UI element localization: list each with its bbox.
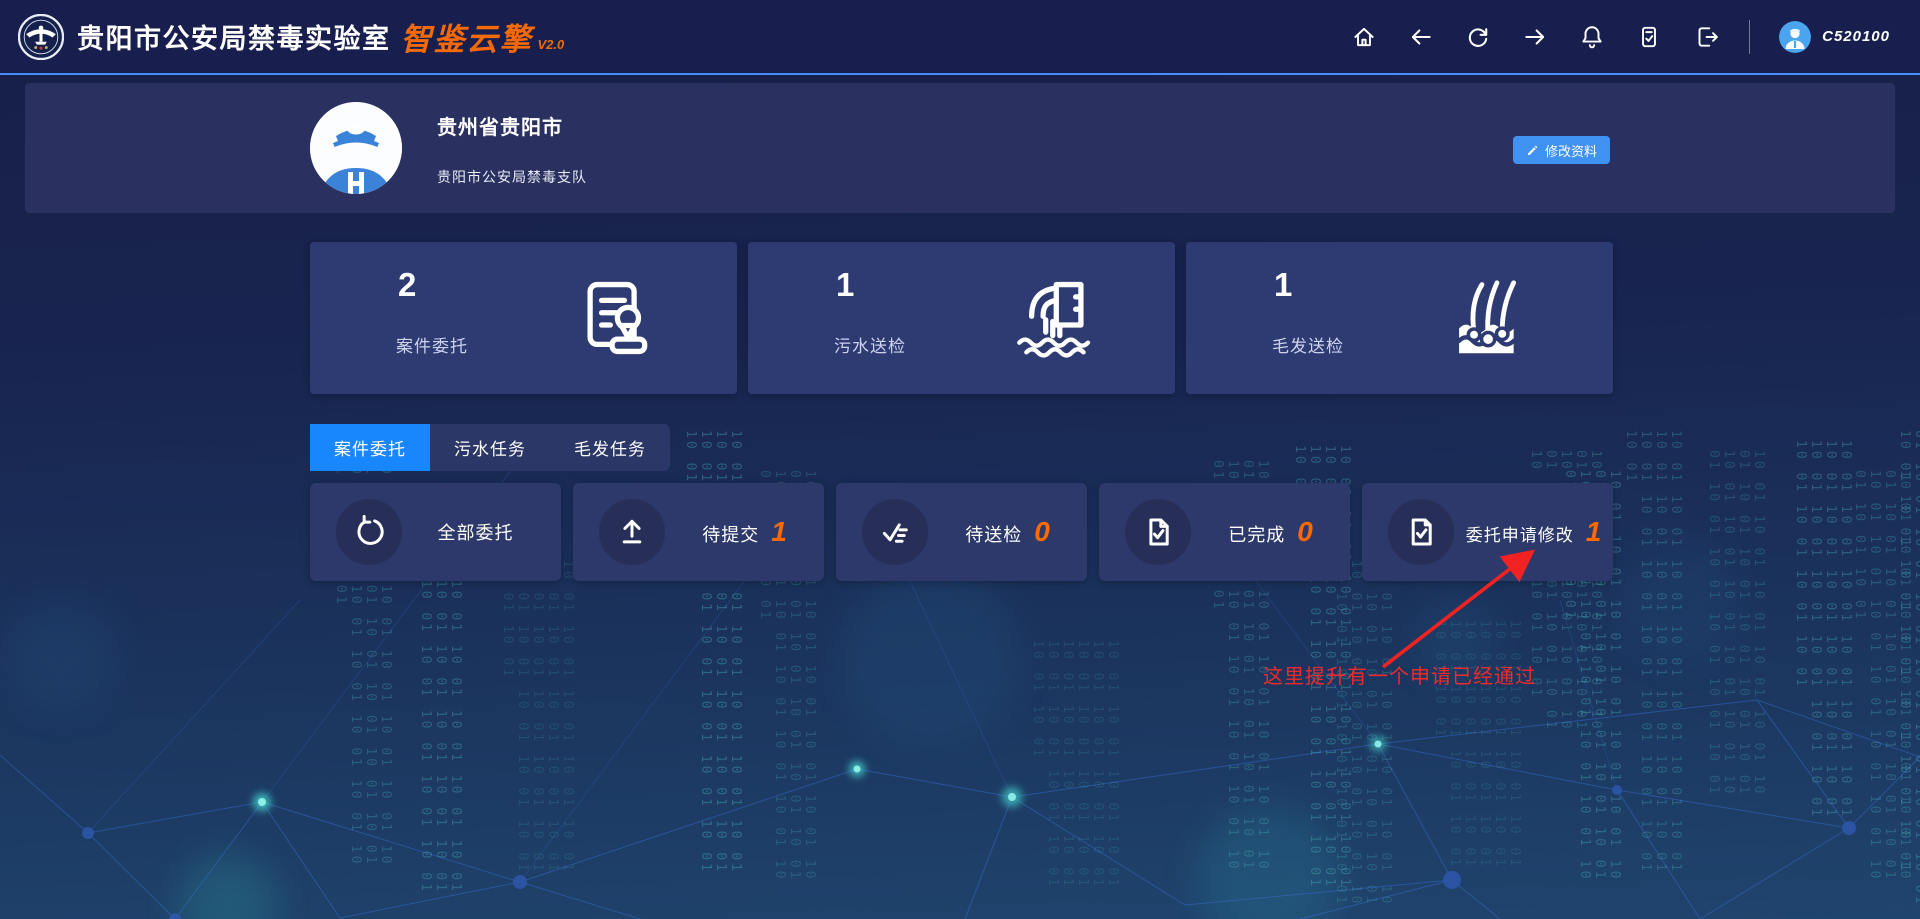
refresh-button[interactable] bbox=[1464, 23, 1492, 51]
filter-count: 0 bbox=[1034, 518, 1050, 546]
stat-label: 案件委托 bbox=[396, 332, 468, 357]
filter-label: 已完成 bbox=[1228, 521, 1285, 547]
police-badge-icon bbox=[18, 14, 64, 60]
stat-value: 2 bbox=[398, 266, 416, 304]
icon-circle bbox=[336, 499, 402, 565]
home-button[interactable] bbox=[1350, 23, 1378, 51]
upload-icon bbox=[615, 515, 649, 549]
document-check-icon bbox=[1141, 515, 1175, 549]
logout-icon bbox=[1693, 24, 1719, 50]
user-chip[interactable]: C520100 bbox=[1779, 21, 1890, 53]
top-header-bar: 贵阳市公安局禁毒实验室 智鉴云擎 V2.0 bbox=[0, 0, 1920, 75]
back-arrow-icon bbox=[1408, 24, 1434, 50]
forward-arrow-icon bbox=[1522, 24, 1548, 50]
filter-label: 待送检 bbox=[965, 521, 1022, 547]
back-button[interactable] bbox=[1407, 23, 1435, 51]
stat-value: 1 bbox=[836, 266, 854, 304]
edit-profile-label: 修改资料 bbox=[1545, 141, 1597, 160]
profile-banner: 贵州省贵阳市 贵阳市公安局禁毒支队 修改资料 bbox=[25, 83, 1895, 213]
checklist-icon bbox=[878, 515, 912, 549]
edit-pencil-icon bbox=[1526, 144, 1539, 157]
stat-card-case-commission: 2 案件委托 bbox=[310, 242, 737, 394]
stat-cards-row: 2 案件委托 1 污水送检 bbox=[310, 242, 1613, 394]
filter-label: 委托申请修改 bbox=[1466, 521, 1574, 546]
stat-label: 污水送检 bbox=[834, 332, 906, 357]
profile-region: 贵州省贵阳市 bbox=[437, 111, 563, 140]
stat-label: 毛发送检 bbox=[1272, 332, 1344, 357]
icon-circle bbox=[862, 499, 928, 565]
document-check-icon bbox=[1404, 515, 1438, 549]
hair-follicle-icon bbox=[1445, 274, 1533, 362]
logout-button[interactable] bbox=[1692, 23, 1720, 51]
filter-completed[interactable]: 已完成 0 bbox=[1099, 483, 1350, 581]
filter-label: 待提交 bbox=[702, 521, 759, 547]
filter-all-commissions[interactable]: 全部委托 bbox=[310, 483, 561, 581]
version-label: V2.0 bbox=[538, 37, 565, 52]
brand-logo-text: 智鉴云擎 bbox=[401, 14, 533, 59]
task-check-icon bbox=[1636, 24, 1662, 50]
notification-bell-icon bbox=[1579, 24, 1605, 50]
tab-hair-tasks[interactable]: 毛发任务 bbox=[550, 424, 670, 471]
icon-circle bbox=[599, 499, 665, 565]
annotation-text: 这里提升有一个申请已经通过 bbox=[1263, 660, 1536, 689]
sewage-outfall-icon bbox=[1007, 274, 1095, 362]
filter-pending-submit[interactable]: 待提交 1 bbox=[573, 483, 824, 581]
tasks-button[interactable] bbox=[1635, 23, 1663, 51]
filter-count: 0 bbox=[1297, 518, 1313, 546]
stat-value: 1 bbox=[1274, 266, 1292, 304]
filter-count: 1 bbox=[1586, 518, 1602, 546]
user-avatar-icon bbox=[1779, 21, 1811, 53]
tab-sewage-tasks[interactable]: 污水任务 bbox=[430, 424, 550, 471]
restore-icon bbox=[352, 515, 386, 549]
dashboard-screen: 10 01 10 01 10 01 10 01 10 01 10 01 10 0… bbox=[0, 0, 1920, 919]
filter-count: 1 bbox=[771, 518, 787, 546]
profile-department: 贵阳市公安局禁毒支队 bbox=[437, 167, 587, 187]
icon-circle bbox=[1125, 499, 1191, 565]
icon-circle bbox=[1388, 499, 1454, 565]
case-document-stamp-icon bbox=[569, 274, 657, 362]
tab-case-commission[interactable]: 案件委托 bbox=[310, 424, 430, 471]
filter-label: 全部委托 bbox=[438, 519, 514, 545]
task-tabs: 案件委托 污水任务 毛发任务 bbox=[310, 424, 670, 471]
home-icon bbox=[1351, 24, 1377, 50]
edit-profile-button[interactable]: 修改资料 bbox=[1513, 136, 1610, 164]
stat-card-sewage-inspection: 1 污水送检 bbox=[748, 242, 1175, 394]
police-officer-avatar bbox=[310, 102, 402, 194]
app-title: 贵阳市公安局禁毒实验室 bbox=[77, 17, 391, 56]
stat-card-hair-inspection: 1 毛发送检 bbox=[1186, 242, 1613, 394]
forward-button[interactable] bbox=[1521, 23, 1549, 51]
filter-pending-inspection[interactable]: 待送检 0 bbox=[836, 483, 1087, 581]
header-toolbar: C520100 bbox=[1350, 20, 1890, 54]
refresh-icon bbox=[1465, 24, 1491, 50]
notifications-button[interactable] bbox=[1578, 23, 1606, 51]
user-id-label: C520100 bbox=[1822, 28, 1890, 45]
filter-cards-row: 全部委托 待提交 1 待送检 0 bbox=[310, 483, 1613, 581]
header-divider bbox=[1749, 20, 1750, 54]
filter-commission-modification-request[interactable]: 委托申请修改 1 bbox=[1362, 483, 1613, 581]
